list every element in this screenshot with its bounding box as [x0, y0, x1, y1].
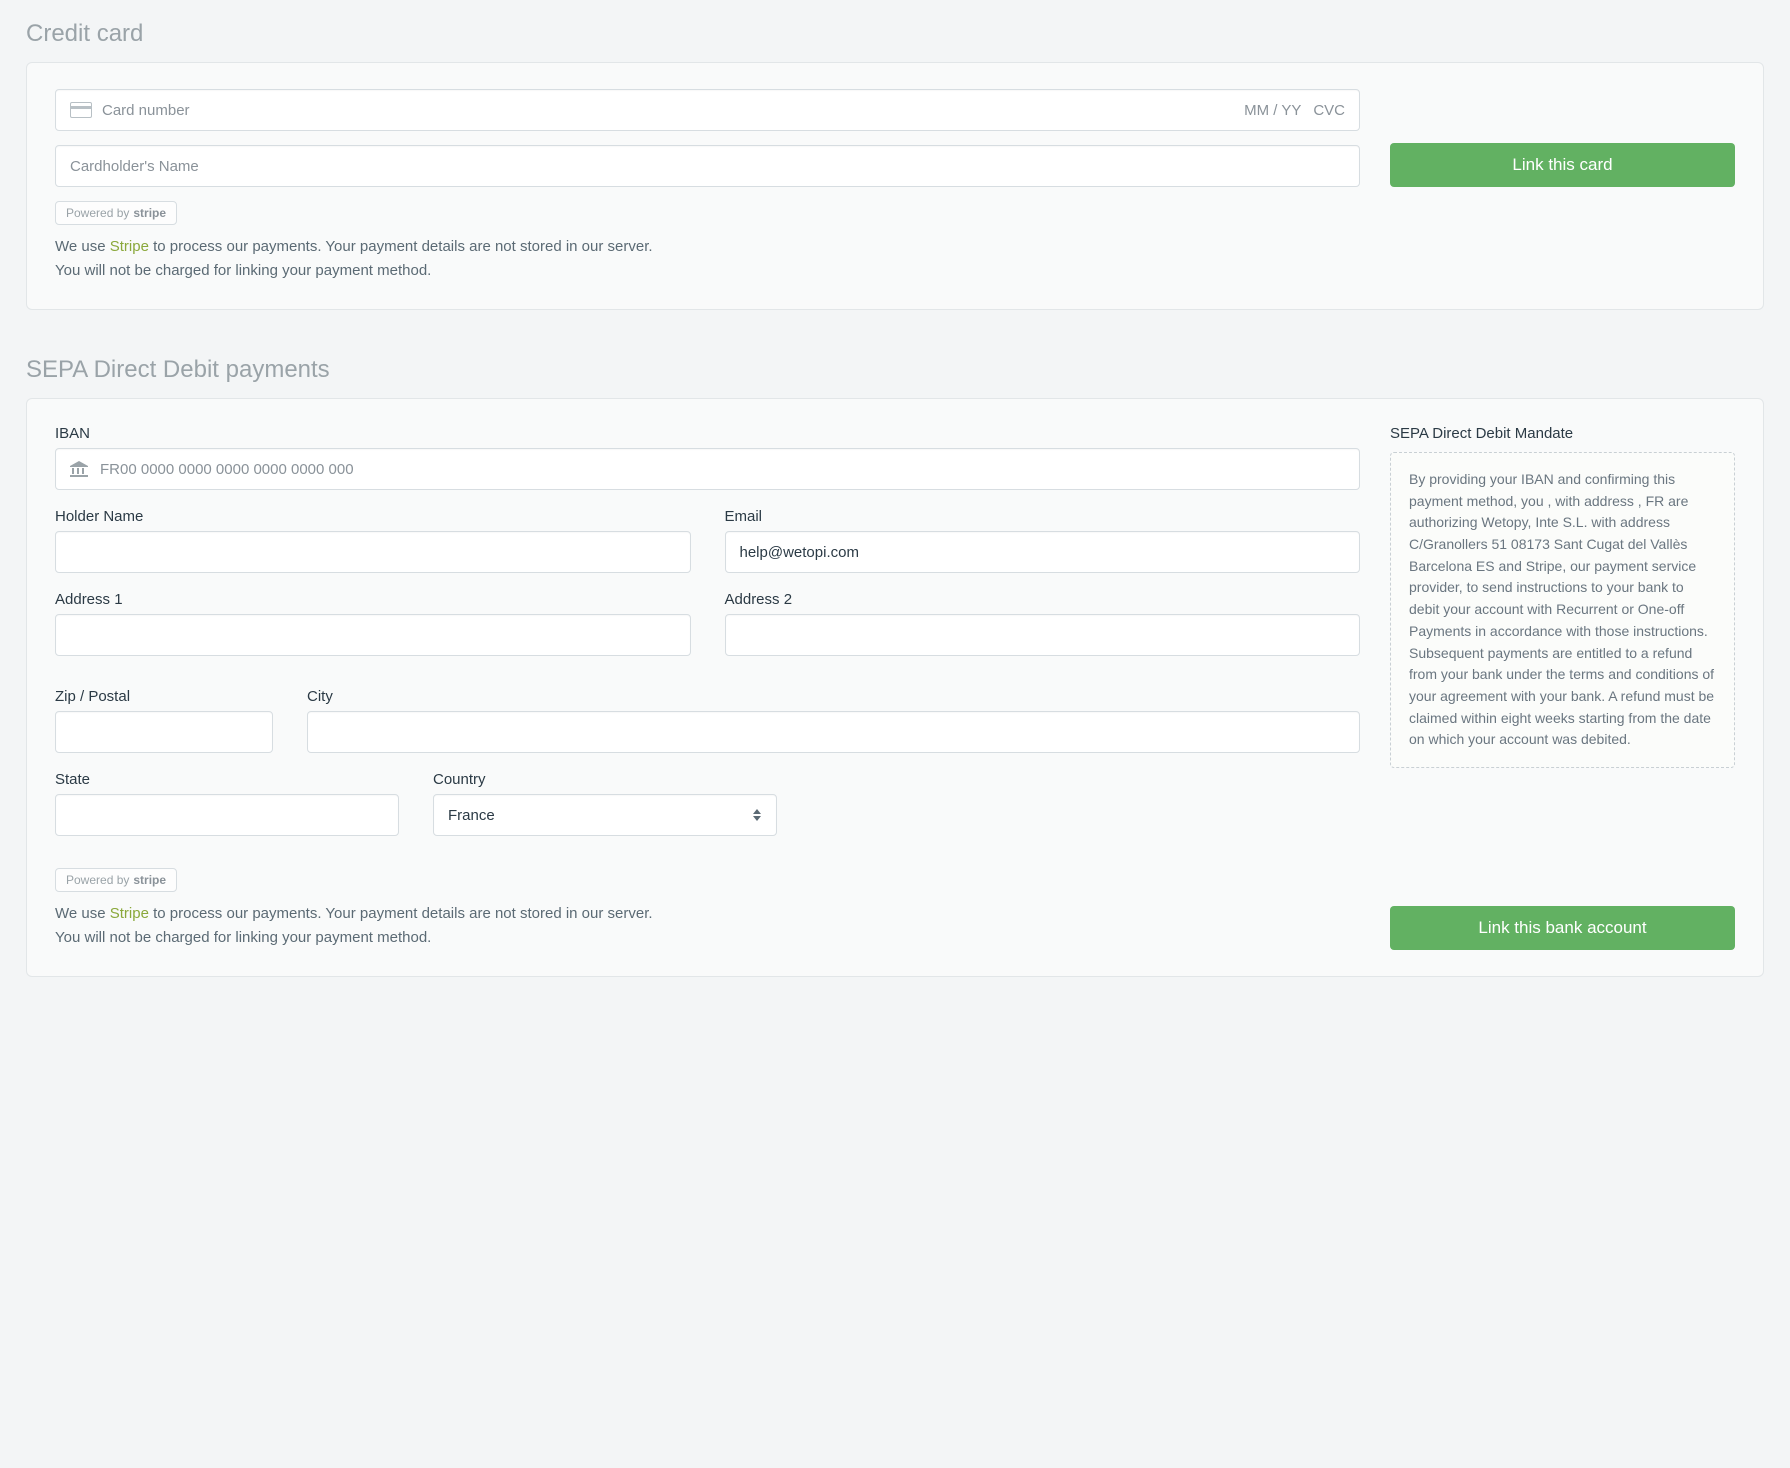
- country-select-value: France: [448, 807, 752, 824]
- state-label: State: [55, 771, 399, 788]
- address1-label: Address 1: [55, 591, 691, 608]
- cardholder-name-input[interactable]: [55, 145, 1360, 187]
- credit-card-icon: [70, 102, 92, 118]
- card-expiry-placeholder: MM / YY: [1244, 102, 1301, 119]
- stripe-logo-text: stripe: [133, 206, 166, 220]
- holder-name-label: Holder Name: [55, 508, 691, 525]
- iban-input[interactable]: FR00 0000 0000 0000 0000 0000 000: [55, 448, 1360, 490]
- country-select[interactable]: France: [433, 794, 777, 836]
- address1-input[interactable]: [55, 614, 691, 656]
- address2-input[interactable]: [725, 614, 1361, 656]
- sepa-panel: IBAN FR00 0000 0000 0000 0000 0000 000 H…: [26, 398, 1764, 977]
- city-input[interactable]: [307, 711, 1360, 753]
- stripe-link-sepa[interactable]: Stripe: [110, 905, 149, 922]
- sepa-disclaimer: We use Stripe to process our payments. Y…: [55, 902, 1360, 950]
- country-label: Country: [433, 771, 777, 788]
- stripe-logo-text-sepa: stripe: [133, 873, 166, 887]
- zip-label: Zip / Postal: [55, 688, 273, 705]
- card-number-placeholder: Card number: [102, 102, 1244, 119]
- chevron-updown-icon: [752, 807, 762, 823]
- zip-input[interactable]: [55, 711, 273, 753]
- city-label: City: [307, 688, 1360, 705]
- stripe-badge-sepa: Powered by stripe: [55, 868, 177, 892]
- stripe-badge: Powered by stripe: [55, 201, 177, 225]
- iban-label: IBAN: [55, 425, 1360, 442]
- credit-card-section-title: Credit card: [26, 20, 1764, 48]
- stripe-link[interactable]: Stripe: [110, 238, 149, 255]
- card-cvc-placeholder: CVC: [1313, 102, 1345, 119]
- sepa-section-title: SEPA Direct Debit payments: [26, 356, 1764, 384]
- mandate-title: SEPA Direct Debit Mandate: [1390, 425, 1735, 442]
- link-bank-account-button[interactable]: Link this bank account: [1390, 906, 1735, 950]
- email-input[interactable]: [725, 531, 1361, 573]
- address2-label: Address 2: [725, 591, 1361, 608]
- email-label: Email: [725, 508, 1361, 525]
- credit-card-panel: Card number MM / YY CVC Powered by strip…: [26, 62, 1764, 310]
- card-number-input[interactable]: Card number MM / YY CVC: [55, 89, 1360, 131]
- iban-placeholder: FR00 0000 0000 0000 0000 0000 000: [100, 461, 354, 478]
- credit-card-disclaimer: We use Stripe to process our payments. Y…: [55, 235, 1360, 283]
- holder-name-input[interactable]: [55, 531, 691, 573]
- state-input[interactable]: [55, 794, 399, 836]
- mandate-box: By providing your IBAN and confirming th…: [1390, 452, 1735, 768]
- link-card-button[interactable]: Link this card: [1390, 143, 1735, 187]
- bank-icon: [70, 461, 88, 477]
